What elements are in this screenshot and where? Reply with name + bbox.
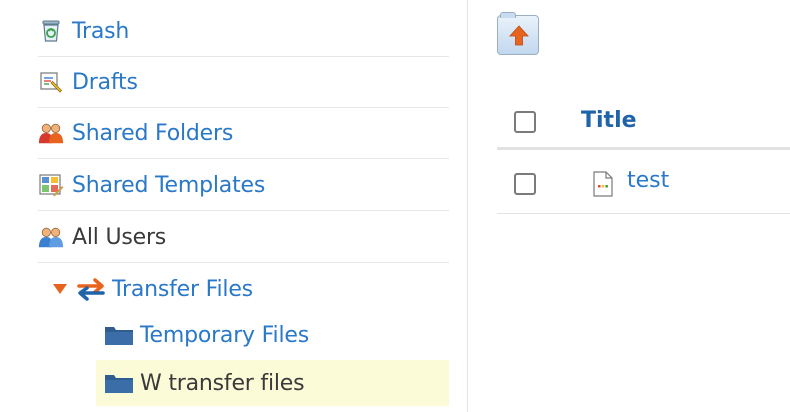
sidebar-item-shared-templates[interactable]: Shared Templates [38, 160, 449, 211]
sidebar-item-label: All Users [72, 224, 167, 250]
expand-caret-icon[interactable] [52, 283, 72, 295]
sidebar-item-temporary-files[interactable]: Temporary Files [96, 312, 449, 358]
sidebar-item-all-users[interactable]: All Users [38, 212, 449, 263]
table-header: Title [497, 96, 790, 150]
folder-up-button[interactable] [497, 12, 539, 55]
document-icon [593, 171, 613, 201]
transfer-icon [76, 276, 106, 302]
folder-tab [500, 12, 516, 18]
drafts-icon [38, 69, 64, 95]
sidebar-item-trash[interactable]: Trash [38, 6, 449, 57]
row-checkbox[interactable] [514, 173, 536, 195]
folder-icon [104, 322, 134, 348]
folder-icon [104, 370, 134, 396]
all-users-icon [38, 224, 64, 250]
sidebar-item-label: Transfer Files [112, 276, 253, 302]
select-all-checkbox[interactable] [514, 111, 536, 133]
sidebar-item-label: Temporary Files [140, 322, 309, 348]
sidebar-item-label: W transfer files [140, 370, 305, 396]
column-header-title[interactable]: Title [581, 108, 637, 133]
table-row[interactable]: test [497, 156, 790, 214]
sidebar-item-label: Trash [72, 18, 130, 44]
sidebar-item-label: Drafts [72, 69, 138, 95]
row-title-link[interactable]: test [627, 168, 669, 193]
sidebar-item-label: Shared Folders [72, 120, 234, 146]
shared-folders-icon [38, 120, 64, 146]
trash-icon [38, 18, 64, 44]
sidebar-item-drafts[interactable]: Drafts [38, 57, 449, 108]
sidebar: Trash Drafts Shared Folders Shared Templ… [0, 0, 468, 412]
folder-up-icon [509, 25, 529, 51]
shared-templates-icon [38, 172, 64, 198]
sidebar-item-w-transfer-files[interactable]: W transfer files [96, 360, 449, 406]
sidebar-item-shared-folders[interactable]: Shared Folders [38, 108, 449, 159]
sidebar-item-transfer-files[interactable]: Transfer Files [52, 274, 253, 304]
sidebar-item-label: Shared Templates [72, 172, 266, 198]
